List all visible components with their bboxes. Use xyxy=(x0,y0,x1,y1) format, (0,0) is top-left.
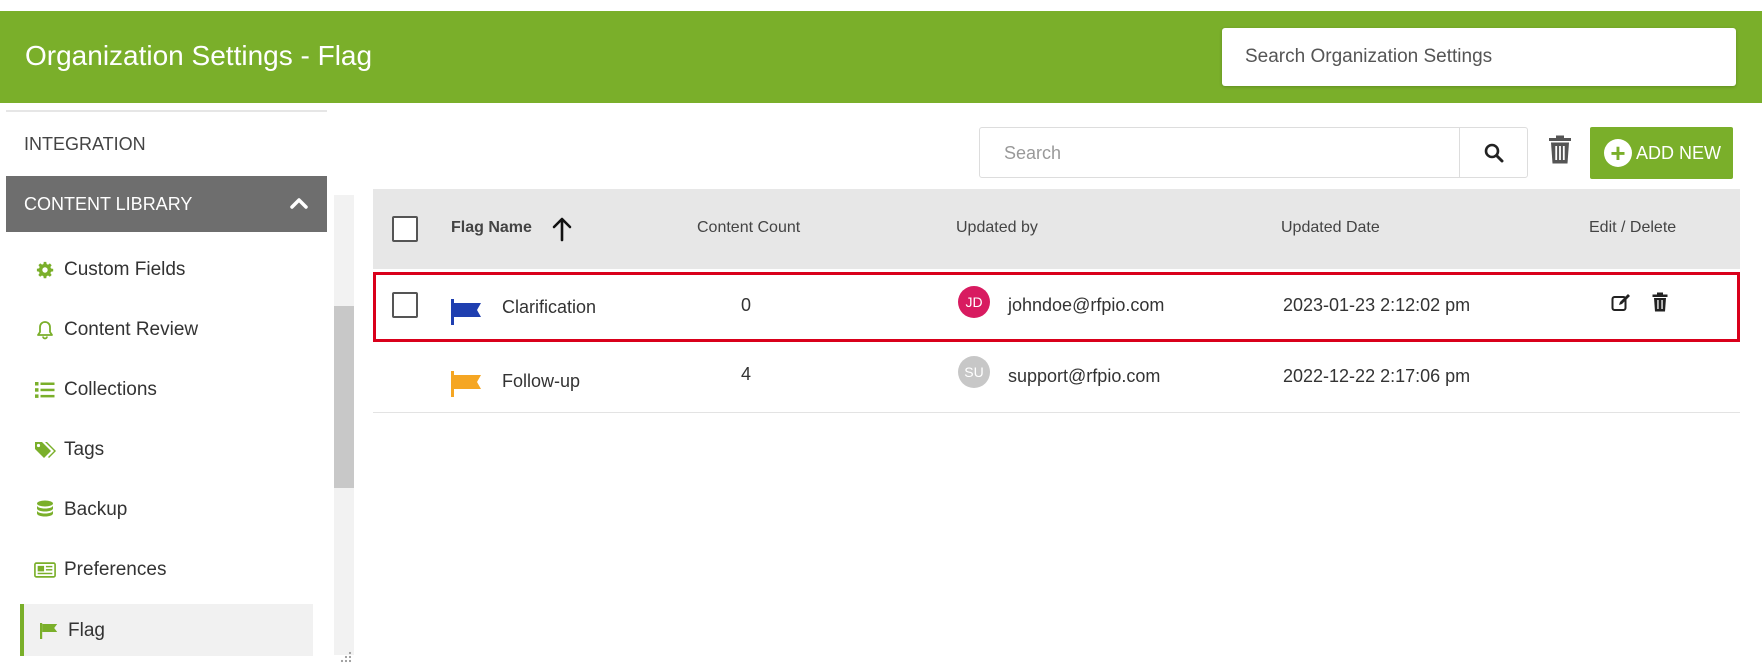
sidebar-item-label: Backup xyxy=(64,499,128,520)
add-new-label: ADD NEW xyxy=(1636,142,1721,163)
sidebar-item-custom-fields[interactable]: Custom Fields xyxy=(34,259,185,281)
updated-by-email: support@rfpio.com xyxy=(1008,366,1161,386)
page-title: Organization Settings - Flag xyxy=(25,40,373,71)
flag-name: Follow-up xyxy=(502,371,581,391)
table-row[interactable]: Follow-up 4 SU support@rfpio.com 2022-12… xyxy=(373,345,1740,413)
avatar: SU xyxy=(958,356,990,388)
flag-search-input[interactable]: Search xyxy=(1004,143,1061,164)
sidebar-item-label: Tags xyxy=(64,439,105,460)
row-checkbox[interactable] xyxy=(392,292,418,318)
gear-icon xyxy=(34,259,56,281)
flag-icon xyxy=(451,299,481,325)
sidebar: INTEGRATION CONTENT LIBRARY Custom Field… xyxy=(0,110,330,667)
tags-icon xyxy=(34,439,56,461)
flag-search-box: Search xyxy=(979,127,1528,178)
bulk-delete-trash-icon[interactable] xyxy=(1548,135,1572,165)
updated-date: 2022-12-22 2:17:06 pm xyxy=(1283,366,1471,386)
add-new-button[interactable]: + ADD NEW xyxy=(1590,127,1733,179)
sidebar-item-tags[interactable]: Tags xyxy=(34,439,104,461)
newspaper-icon xyxy=(34,559,56,581)
sidebar-section-label: CONTENT LIBRARY xyxy=(24,194,193,214)
flag-icon xyxy=(38,620,60,642)
sidebar-item-backup[interactable]: Backup xyxy=(34,499,127,521)
sidebar-item-label: Custom Fields xyxy=(64,259,186,280)
chevron-up-icon xyxy=(290,198,308,209)
list-icon xyxy=(34,379,56,401)
sidebar-item-label: Flag xyxy=(68,620,105,641)
database-icon xyxy=(34,499,56,521)
sidebar-item-collections[interactable]: Collections xyxy=(34,379,157,401)
table-header: Flag Name Content Count Updated by Updat… xyxy=(373,189,1740,269)
column-header-updated-by: Updated by xyxy=(956,219,1038,236)
search-button[interactable] xyxy=(1459,128,1527,177)
column-header-content-count: Content Count xyxy=(697,219,801,236)
select-all-checkbox[interactable] xyxy=(392,216,418,242)
organization-search-input[interactable]: Search Organization Settings xyxy=(1222,28,1736,86)
column-header-flag-name[interactable]: Flag Name xyxy=(451,219,532,237)
updated-by-email: johndoe@rfpio.com xyxy=(1008,295,1165,315)
delete-trash-icon[interactable] xyxy=(1652,292,1668,312)
sidebar-item-integration[interactable]: INTEGRATION xyxy=(24,134,146,155)
resize-grip-icon[interactable] xyxy=(337,648,353,664)
table-row[interactable]: Clarification 0 JD johndoe@rfpio.com 202… xyxy=(373,272,1740,342)
sidebar-item-preferences[interactable]: Preferences xyxy=(34,559,166,581)
column-header-updated-date: Updated Date xyxy=(1281,219,1380,236)
plus-circle-icon: + xyxy=(1604,139,1632,167)
updated-date: 2023-01-23 2:12:02 pm xyxy=(1283,295,1471,315)
sidebar-item-label: Collections xyxy=(64,379,157,400)
content-count: 0 xyxy=(741,295,752,315)
flag-name: Clarification xyxy=(502,297,597,317)
edit-icon[interactable] xyxy=(1611,293,1631,313)
bell-icon xyxy=(34,319,56,341)
column-header-edit-delete: Edit / Delete xyxy=(1589,219,1677,236)
sidebar-divider xyxy=(6,110,327,112)
avatar: JD xyxy=(958,286,990,318)
sidebar-scrollbar-thumb[interactable] xyxy=(334,306,354,488)
sidebar-section-content-library[interactable]: CONTENT LIBRARY xyxy=(6,176,327,232)
sidebar-item-content-review[interactable]: Content Review xyxy=(34,319,198,341)
sidebar-item-flag[interactable]: Flag xyxy=(38,620,105,642)
header-bar: Organization Settings - Flag Search Orga… xyxy=(0,11,1762,103)
sidebar-item-label: Preferences xyxy=(64,559,167,580)
flag-icon xyxy=(451,371,481,397)
content-count: 4 xyxy=(741,364,752,384)
search-icon xyxy=(1484,143,1503,162)
sort-ascending-arrow-icon[interactable] xyxy=(551,216,573,242)
sidebar-item-label: Content Review xyxy=(64,319,199,340)
